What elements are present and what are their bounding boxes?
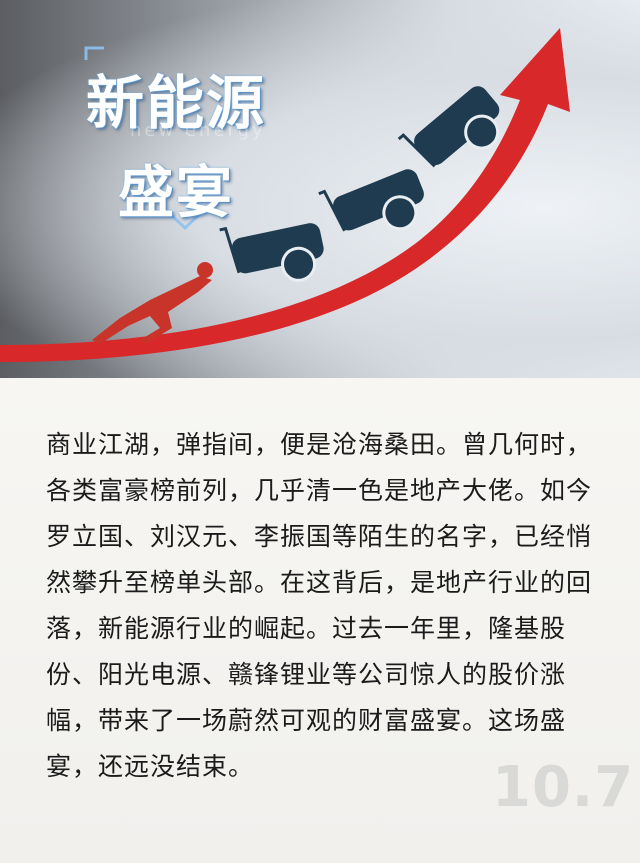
car-icon: [219, 223, 324, 282]
banner-title-line2: 盛宴: [118, 160, 234, 226]
article-paragraph: 商业江湖，弹指间，便是沧海桑田。曾几何时，各类富豪榜前列，几乎清一色是地产大佬。…: [46, 430, 593, 781]
hero-banner: 新能源 new energy 盛宴: [0, 0, 640, 378]
page: 新能源 new energy 盛宴 商业江湖，弹指间，便是沧海桑田。曾几何时，各…: [0, 0, 640, 863]
banner-subtitle-en: new energy: [130, 120, 266, 141]
car-icon: [318, 169, 424, 232]
issue-number-watermark: 10.7: [492, 755, 635, 820]
